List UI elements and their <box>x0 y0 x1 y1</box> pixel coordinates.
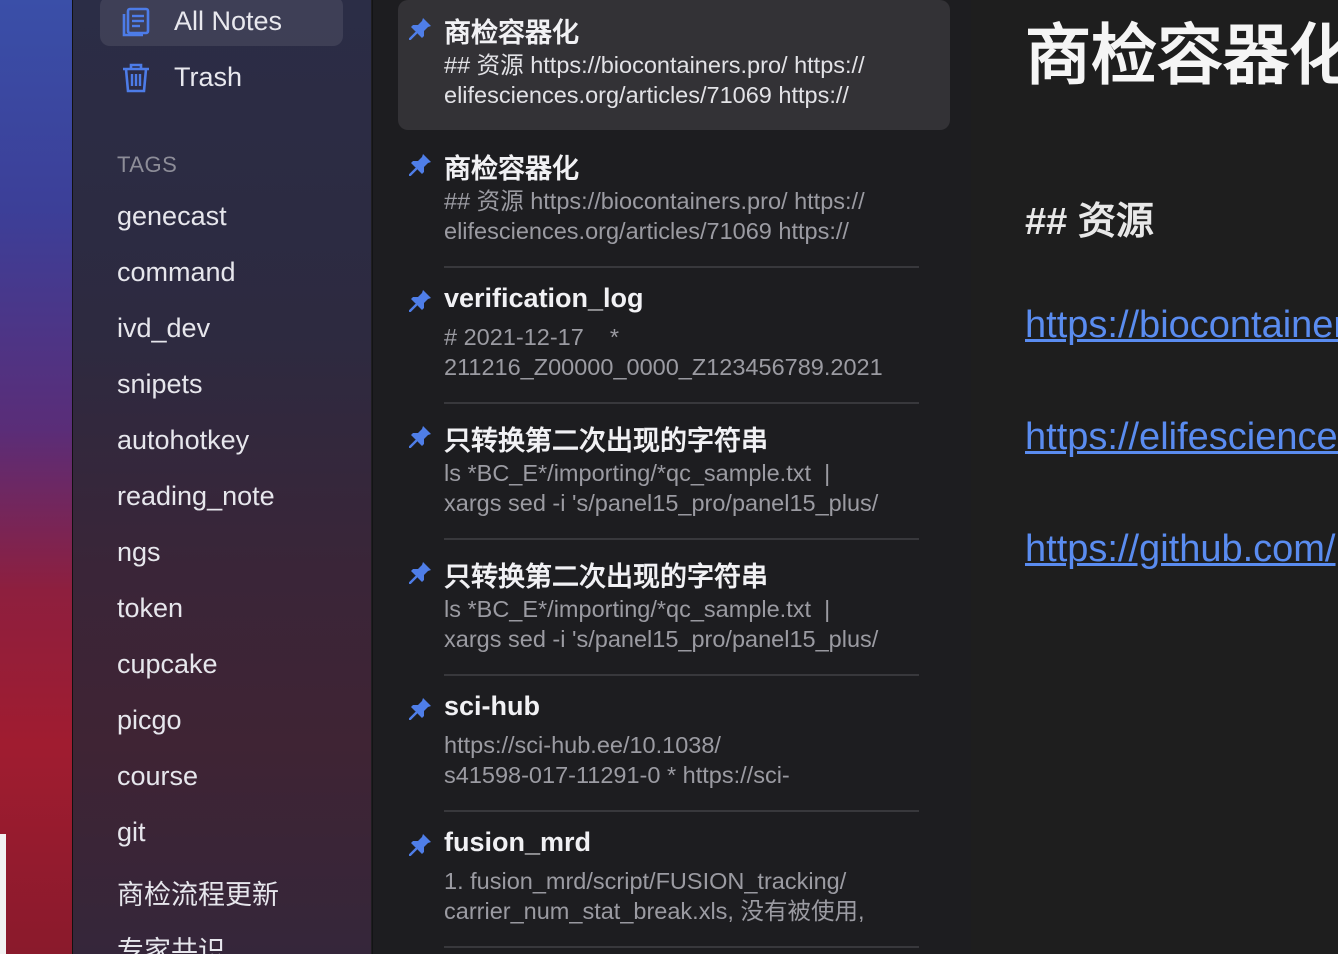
sidebar: All Notes Trash TAGS genecast command iv… <box>72 0 371 954</box>
note-separator <box>444 810 919 812</box>
sidebar-item-all-notes[interactable]: All Notes <box>100 0 343 46</box>
note-editor[interactable]: 商检容器化 ## 资源 https://biocontainers.pro/ h… <box>971 0 1338 954</box>
pin-icon <box>409 288 433 312</box>
pin-icon <box>409 696 433 720</box>
tags-heading: TAGS <box>117 152 178 177</box>
note-list-item[interactable]: 只转换第二次出现的字符串 ls *BC_E*/importing/*qc_sam… <box>398 544 950 676</box>
note-snippet: # 2021-12-17 * 211216_Z00000_0000_Z12345… <box>444 324 883 380</box>
desktop-background <box>0 0 72 954</box>
note-snippet: ## 资源 https://biocontainers.pro/ https:/… <box>444 52 865 108</box>
note-separator <box>444 946 919 948</box>
tag-item[interactable]: course <box>117 761 198 792</box>
note-list: 商检容器化 ## 资源 https://biocontainers.pro/ h… <box>372 0 971 954</box>
tag-item[interactable]: reading_note <box>117 481 275 512</box>
note-title: 商检容器化 <box>444 18 579 48</box>
sidebar-item-label: Trash <box>174 61 243 92</box>
tag-item[interactable]: genecast <box>117 201 227 232</box>
sidebar-item-trash[interactable]: Trash <box>100 52 343 102</box>
tag-item[interactable]: snipets <box>117 369 203 400</box>
note-snippet: ls *BC_E*/importing/*qc_sample.txt | xar… <box>444 596 879 652</box>
trash-icon <box>118 59 154 95</box>
pin-icon <box>409 424 433 448</box>
note-title: 只转换第二次出现的字符串 <box>444 562 768 592</box>
note-separator <box>444 266 919 268</box>
tag-item[interactable]: token <box>117 593 183 624</box>
tag-item[interactable]: 商检流程更新 <box>117 873 279 912</box>
note-title: 只转换第二次出现的字符串 <box>444 426 768 456</box>
tag-item[interactable]: 专家共识 <box>117 929 225 954</box>
note-list-item[interactable]: sci-hub https://sci-hub.ee/10.1038/ s415… <box>398 680 950 812</box>
sidebar-item-label: All Notes <box>174 5 283 36</box>
note-title: fusion_mrd <box>444 827 592 857</box>
editor-link[interactable]: https://github.com/ <box>1025 528 1336 571</box>
editor-heading: ## 资源 <box>1025 201 1154 243</box>
desktop-edge <box>0 834 6 954</box>
note-snippet: 1. fusion_mrd/script/FUSION_tracking/ ca… <box>444 868 865 924</box>
pin-icon <box>409 16 433 40</box>
note-title: 商检容器化 <box>444 154 579 184</box>
note-snippet: ls *BC_E*/importing/*qc_sample.txt | xar… <box>444 460 879 516</box>
note-list-item[interactable]: 商检容器化 ## 资源 https://biocontainers.pro/ h… <box>398 0 950 130</box>
note-title: verification_log <box>444 283 644 313</box>
pin-icon <box>409 152 433 176</box>
note-list-item[interactable]: fusion_mrd 1. fusion_mrd/script/FUSION_t… <box>398 816 950 948</box>
note-separator <box>444 538 919 540</box>
note-title: sci-hub <box>444 691 541 721</box>
tag-item[interactable]: git <box>117 817 146 848</box>
pin-icon <box>409 832 433 856</box>
note-list-item[interactable]: 只转换第二次出现的字符串 ls *BC_E*/importing/*qc_sam… <box>398 408 950 540</box>
tag-item[interactable]: command <box>117 257 236 288</box>
note-separator <box>444 674 919 676</box>
tag-item[interactable]: cupcake <box>117 649 218 680</box>
tag-item[interactable]: autohotkey <box>117 425 249 456</box>
editor-title: 商检容器化 <box>1025 18 1338 92</box>
pin-icon <box>409 560 433 584</box>
note-snippet: https://sci-hub.ee/10.1038/ s41598-017-1… <box>444 732 790 788</box>
note-snippet: ## 资源 https://biocontainers.pro/ https:/… <box>444 188 865 244</box>
tag-item[interactable]: picgo <box>117 705 182 736</box>
tag-item[interactable]: ivd_dev <box>117 313 210 344</box>
note-list-item[interactable]: 商检容器化 ## 资源 https://biocontainers.pro/ h… <box>398 136 950 268</box>
editor-link[interactable]: https://elifesciences.org/articles/71069 <box>1025 416 1338 459</box>
editor-link[interactable]: https://biocontainers.pro/ <box>1025 304 1338 347</box>
note-list-item[interactable]: verification_log # 2021-12-17 * 211216_Z… <box>398 272 950 404</box>
note-separator <box>444 402 919 404</box>
tag-item[interactable]: ngs <box>117 537 161 568</box>
notes-icon <box>118 3 154 39</box>
